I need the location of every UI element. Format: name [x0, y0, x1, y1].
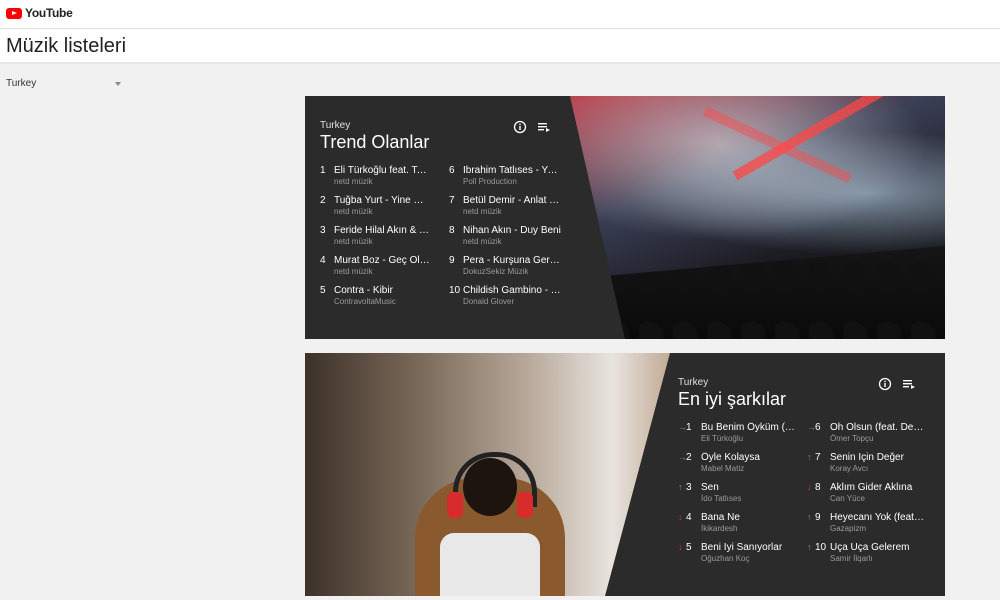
caret-down-icon [115, 82, 121, 86]
rank-number: 4 [686, 512, 692, 523]
channel-name: netd müzik [463, 207, 502, 216]
artist-name: Can Yüce [830, 494, 865, 503]
trend-up-icon: ↑ [807, 512, 812, 522]
rank-number: 1 [686, 422, 692, 433]
song-title: Heyecanı Yok (feat. Gazapizm) [830, 512, 926, 523]
rank-number: 3 [320, 225, 326, 236]
song-title: Bu Benim Öyküm (feat. Taladro) [701, 422, 797, 433]
rank-number: 2 [320, 195, 326, 206]
channel-name: netd müzik [334, 207, 373, 216]
playlist-add-icon[interactable] [902, 377, 916, 391]
artist-name: Eli Türkoğlu [701, 434, 744, 443]
youtube-logo[interactable]: YouTube [6, 6, 73, 20]
rank-number: 5 [686, 542, 692, 553]
song-title: İbrahim Tatlıses - Yaramızda [463, 165, 563, 176]
song-title: Childish Gambino - This Is America [463, 285, 563, 296]
artist-name: Koray Avcı [830, 464, 869, 473]
trend-down-icon: ↓ [678, 512, 683, 522]
song-title: Uça Uça Gelerem [830, 542, 910, 553]
song-title: Feride Hilal Akın & İlyas Yalçıntaş [334, 225, 430, 236]
song-title: Pera - Kurşuna Gerek Yok [463, 255, 563, 266]
song-title: Nihan Akın - Duy Beni [463, 225, 561, 236]
channel-name: Donald Glover [463, 297, 515, 306]
rank-number: 9 [815, 512, 821, 523]
rank-number: 8 [815, 482, 821, 493]
channel-name: netd müzik [334, 177, 373, 186]
trend-down-icon: ↓ [678, 542, 683, 552]
trend-up-icon: ↑ [807, 452, 812, 462]
rank-number: 4 [320, 255, 326, 266]
song-title: Senin İçin Değer [830, 452, 904, 463]
artist-name: Ömer Topçu [830, 434, 874, 443]
trend-down-icon: ↓ [807, 482, 812, 492]
rank-number: 5 [320, 285, 326, 296]
rank-number: 6 [815, 422, 821, 433]
artist-name: İdo Tatlıses [701, 494, 742, 503]
artist-name: Oğuzhan Koç [701, 554, 750, 563]
song-title: Öyle Kolaysa [701, 452, 760, 463]
rank-number: 2 [686, 452, 692, 463]
song-title: Aklım Gider Aklına [830, 482, 913, 493]
rank-number: 7 [449, 195, 455, 206]
title-bar: Müzik listeleri [0, 29, 1000, 64]
artist-name: Mabel Matiz [701, 464, 745, 473]
artist-name: İkikardesh [701, 524, 738, 533]
youtube-play-icon [6, 7, 22, 19]
song-title: Eli Türkoğlu feat. Taladro - Bu Benim Öy… [334, 165, 430, 176]
page-title: Müzik listeleri [6, 35, 127, 57]
rank-number: 7 [815, 452, 821, 463]
song-title: Oh Olsun (feat. Derya Uluğ) [830, 422, 926, 433]
song-title: Bana Ne [701, 512, 740, 523]
info-icon[interactable] [513, 120, 527, 134]
rank-number: 1 [320, 165, 326, 176]
song-title: Beni İyi Sanıyorlar [701, 542, 783, 553]
info-icon[interactable] [878, 377, 892, 391]
country-dropdown[interactable]: Turkey [6, 76, 122, 94]
artist-name: Gazapizm [830, 524, 867, 533]
channel-name: netd müzik [334, 237, 373, 246]
top-songs-title: En iyi şarkılar [678, 389, 787, 409]
trending-title: Trend Olanlar [320, 132, 430, 152]
rank-number: 10 [815, 542, 827, 553]
song-title: Contra - Kibir [334, 285, 393, 296]
channel-name: DokuzSekiz Müzik [463, 267, 529, 276]
song-title: Sen [701, 482, 719, 493]
rank-number: 8 [449, 225, 455, 236]
trend-up-icon: ↑ [678, 482, 683, 492]
rank-number: 9 [449, 255, 455, 266]
channel-name: Poll Production [463, 177, 517, 186]
song-title: Murat Boz - Geç Olmadan [334, 255, 430, 266]
channel-name: netd müzik [463, 237, 502, 246]
top-bar: YouTube [0, 0, 1000, 29]
country-dropdown-value: Turkey [6, 78, 37, 89]
channel-name: ContravoltaMusic [334, 297, 396, 306]
song-title: Tuğba Yurt - Yine Sensiz [334, 195, 430, 206]
channel-name: netd müzik [334, 267, 373, 276]
top-songs-card[interactable]: Turkey En iyi şarkılar → 1 Bu Benim Öyküm … [305, 353, 945, 596]
rank-number: 10 [449, 285, 461, 296]
trending-header: Turkey Trend Olanlar [320, 120, 429, 153]
trending-card[interactable]: Turkey Trend Olanlar 1 Eli Türkoğlu feat.… [305, 96, 945, 339]
song-title: Betül Demir - Anlat Bana [463, 195, 563, 206]
top-songs-country: Turkey [678, 377, 709, 388]
rank-number: 3 [686, 482, 692, 493]
trend-up-icon: ↑ [807, 542, 812, 552]
logo-text: YouTube [25, 6, 73, 20]
playlist-add-icon[interactable] [537, 120, 551, 134]
top-songs-header: Turkey En iyi şarkılar [678, 377, 786, 410]
artist-name: Samir İlqarlı [830, 554, 873, 563]
trending-country: Turkey [320, 120, 351, 131]
rank-number: 6 [449, 165, 455, 176]
